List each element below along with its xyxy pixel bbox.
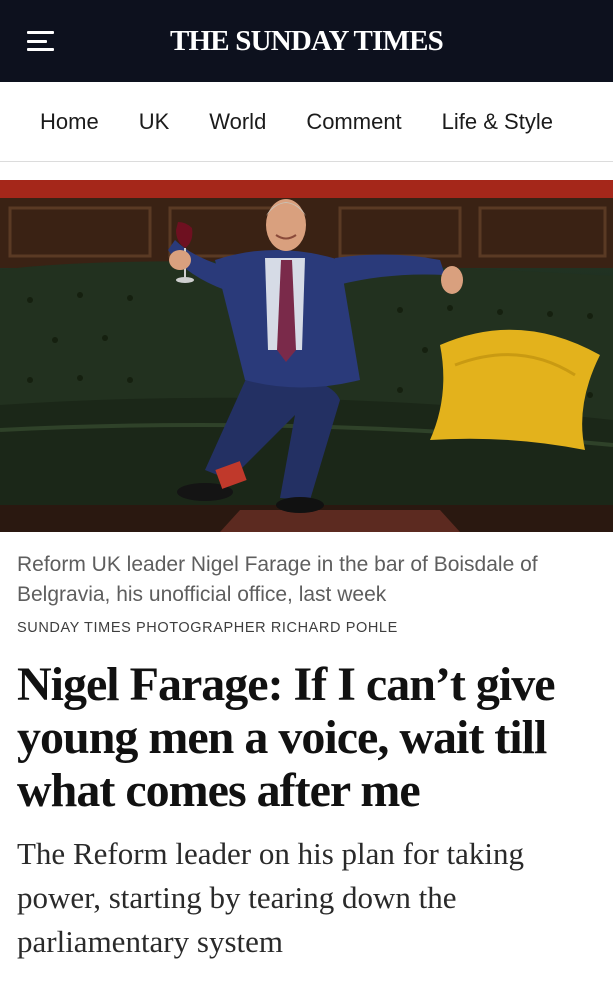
top-bar: THE SUNDAY TIMES (0, 0, 613, 82)
menu-line (27, 48, 54, 51)
photo-illustration (0, 180, 613, 532)
nav-item-home[interactable]: Home (40, 109, 99, 135)
nav-item-life-style[interactable]: Life & Style (442, 109, 553, 135)
nav-item-comment[interactable]: Comment (306, 109, 401, 135)
article-photo (0, 180, 613, 532)
masthead-logo[interactable]: THE SUNDAY TIMES (170, 25, 444, 58)
section-nav: Home UK World Comment Life & Style (0, 82, 613, 162)
nav-item-world[interactable]: World (209, 109, 266, 135)
menu-line (27, 39, 47, 43)
nav-item-uk[interactable]: UK (139, 109, 170, 135)
hamburger-menu-icon[interactable] (27, 31, 54, 51)
photo-credit: SUNDAY TIMES PHOTOGRAPHER RICHARD POHLE (17, 620, 398, 636)
nav-scroll-fade (563, 82, 613, 161)
article-standfirst: The Reform leader on his plan for taking… (17, 836, 525, 959)
menu-line (27, 31, 54, 34)
spacer (0, 162, 613, 180)
article-headline: Nigel Farage: If I can’t give young men … (17, 658, 556, 817)
photo-caption: Reform UK leader Nigel Farage in the bar… (17, 553, 538, 606)
